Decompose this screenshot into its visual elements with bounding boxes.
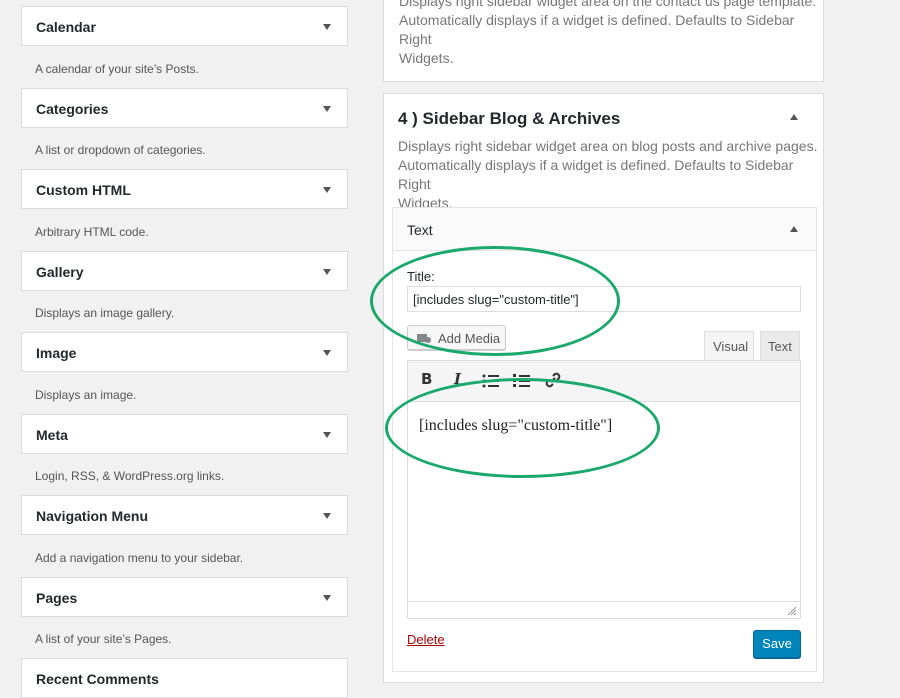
sidebar-panel-contact: Displays right sidebar widget area on th… xyxy=(383,0,824,82)
save-button[interactable]: Save xyxy=(753,630,801,658)
chevron-down-icon[interactable] xyxy=(323,106,331,112)
widget-pages[interactable]: Pages xyxy=(21,577,348,617)
chevron-up-icon[interactable] xyxy=(790,114,798,120)
text-widget-title: Text xyxy=(407,222,433,238)
widget-navigation-menu[interactable]: Navigation Menu xyxy=(21,495,348,535)
sidebar-title: 4 ) Sidebar Blog & Archives xyxy=(398,109,621,128)
sidebar-description-line: Displays right sidebar widget area on bl… xyxy=(398,138,818,154)
tab-text[interactable]: Text xyxy=(760,331,800,361)
widget-title: Meta xyxy=(36,427,68,443)
widget-description: Add a navigation menu to your sidebar. xyxy=(35,551,244,565)
sidebar-description-line: Displays right sidebar widget area on th… xyxy=(399,0,817,9)
widget-description: Arbitrary HTML code. xyxy=(35,225,149,239)
editor-statusbar xyxy=(408,601,800,618)
editor-content[interactable]: [includes slug="custom-title"] xyxy=(419,417,612,435)
bold-icon[interactable]: B xyxy=(421,370,432,388)
widget-title: Gallery xyxy=(36,264,84,280)
italic-icon[interactable]: I xyxy=(454,370,461,388)
chevron-down-icon[interactable] xyxy=(323,350,331,356)
media-icon xyxy=(417,334,431,343)
sidebar-description-line: Automatically displays if a widget is de… xyxy=(398,157,794,192)
resize-handle-icon[interactable] xyxy=(787,606,797,616)
widget-custom-html[interactable]: Custom HTML xyxy=(21,169,348,209)
widget-gallery[interactable]: Gallery xyxy=(21,251,348,291)
add-media-label: Add Media xyxy=(438,331,501,346)
widget-title: Custom HTML xyxy=(36,182,131,198)
numbered-list-icon[interactable] xyxy=(513,373,531,389)
widget-description: A list of your site’s Pages. xyxy=(35,632,172,646)
chevron-down-icon[interactable] xyxy=(323,187,331,193)
widget-title: Navigation Menu xyxy=(36,508,149,524)
chevron-down-icon[interactable] xyxy=(323,24,331,30)
delete-link[interactable]: Delete xyxy=(407,632,445,647)
widget-recent-comments[interactable]: Recent Comments xyxy=(21,658,348,698)
sidebar-description-line: Automatically displays if a widget is de… xyxy=(399,12,795,47)
title-label: Title: xyxy=(407,269,435,284)
link-icon[interactable] xyxy=(544,371,562,389)
text-widget-header[interactable]: Text xyxy=(393,208,816,251)
text-widget: Text Title: [includes slug="custom-title… xyxy=(392,207,817,672)
tab-text-label: Text xyxy=(768,339,792,354)
title-input-value: [includes slug="custom-title"] xyxy=(413,292,579,307)
widget-meta[interactable]: Meta xyxy=(21,414,348,454)
chevron-up-icon[interactable] xyxy=(790,226,798,232)
bulleted-list-icon[interactable] xyxy=(482,373,500,389)
widget-title: Recent Comments xyxy=(36,671,159,687)
widget-categories[interactable]: Categories xyxy=(21,88,348,128)
chevron-down-icon[interactable] xyxy=(323,269,331,275)
chevron-down-icon[interactable] xyxy=(323,595,331,601)
widget-image[interactable]: Image xyxy=(21,332,348,372)
sidebar-panel-blog-archives: 4 ) Sidebar Blog & Archives Displays rig… xyxy=(383,93,824,683)
tab-visual[interactable]: Visual xyxy=(704,331,754,361)
title-input[interactable]: [includes slug="custom-title"] xyxy=(407,286,801,312)
add-media-button[interactable]: Add Media xyxy=(407,325,506,350)
chevron-down-icon[interactable] xyxy=(323,513,331,519)
tab-visual-label: Visual xyxy=(713,339,749,354)
widget-description: A calendar of your site’s Posts. xyxy=(35,62,199,76)
chevron-down-icon[interactable] xyxy=(323,432,331,438)
widget-description: Login, RSS, & WordPress.org links. xyxy=(35,469,225,483)
sidebar-description-line: Widgets. xyxy=(399,50,454,66)
widget-title: Categories xyxy=(36,101,109,117)
widget-description: Displays an image gallery. xyxy=(35,306,175,320)
editor: B I [includes slug="custom-title"] xyxy=(407,360,801,619)
widget-title: Pages xyxy=(36,590,78,606)
widget-calendar[interactable]: Calendar xyxy=(21,6,348,46)
widget-description: A list or dropdown of categories. xyxy=(35,143,206,157)
widget-title: Image xyxy=(36,345,77,361)
editor-toolbar: B I xyxy=(408,361,800,402)
widget-title: Calendar xyxy=(36,19,96,35)
widget-description: Displays an image. xyxy=(35,388,137,402)
